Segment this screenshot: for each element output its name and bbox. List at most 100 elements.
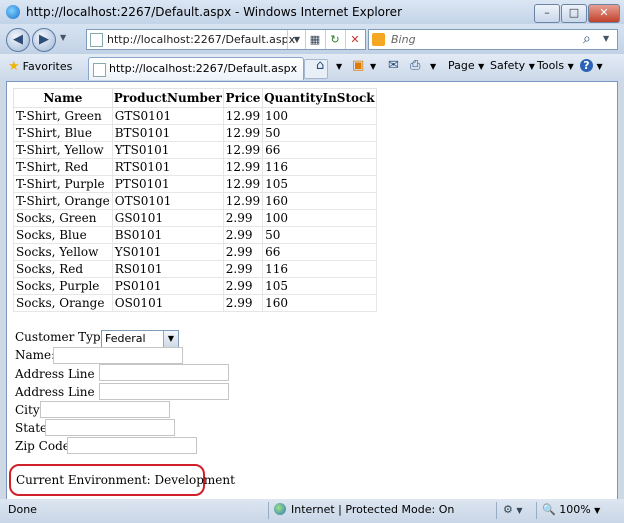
chevron-down-icon: ▼ [478, 62, 485, 71]
address-dropdown-icon[interactable]: ▼ [287, 30, 306, 49]
search-options-dropdown-icon[interactable]: ▼ [603, 34, 609, 43]
current-environment-text: Current Environment: Development [16, 473, 235, 487]
table-row: T-Shirt, Purple PTS0101 12.99 105 [13, 175, 377, 193]
home-dropdown-icon[interactable]: ▼ [336, 62, 342, 71]
cell-quantityinstock: 160 [262, 294, 377, 312]
address-line-2-label: Address Line 2: [15, 385, 111, 399]
table-row: Socks, Red RS0101 2.99 116 [13, 260, 377, 278]
table-row: T-Shirt, Red RTS0101 12.99 116 [13, 158, 377, 176]
cell-price: 12.99 [222, 124, 264, 142]
customer-type-select[interactable]: Federal ▼ [101, 330, 179, 348]
navigation-bar: ◀ ▶ ▼ http://localhost:2267/Default.aspx… [0, 24, 624, 54]
cell-name: Socks, Green [13, 209, 113, 227]
zip-code-field[interactable] [67, 437, 197, 454]
favorites-button[interactable]: ★ Favorites [8, 59, 72, 74]
compatibility-view-icon[interactable]: ▦ [305, 30, 324, 49]
state-field[interactable] [45, 419, 175, 436]
chevron-down-icon: ▼ [594, 506, 601, 515]
print-icon[interactable]: ⎙ [410, 58, 420, 73]
state-label: State [15, 421, 48, 435]
cell-quantityinstock: 105 [262, 277, 377, 295]
feeds-icon[interactable]: ▣ [352, 58, 364, 73]
cell-productnumber: BS0101 [111, 226, 224, 244]
minimize-button[interactable]: – [534, 4, 560, 23]
cell-name: T-Shirt, Yellow [13, 141, 113, 159]
search-input[interactable]: Bing [391, 33, 416, 46]
table-row: T-Shirt, Orange OTS0101 12.99 160 [13, 192, 377, 210]
status-divider [536, 502, 537, 519]
column-header-name: Name [13, 88, 113, 108]
cell-quantityinstock: 66 [262, 243, 377, 261]
recent-pages-dropdown-icon[interactable]: ▼ [60, 33, 66, 42]
table-row: Socks, Green GS0101 2.99 100 [13, 209, 377, 227]
zoom-icon: 🔍 [542, 503, 556, 516]
chevron-down-icon: ▼ [528, 62, 535, 71]
safety-menu-label: Safety [490, 59, 526, 72]
cell-quantityinstock: 100 [262, 209, 377, 227]
zone-settings-icon[interactable]: ⚙ ▼ [503, 503, 523, 516]
help-menu[interactable]: ? ▼ [580, 59, 603, 72]
maximize-button[interactable]: □ [561, 4, 587, 23]
address-bar[interactable]: http://localhost:2267/Default.aspx ▼ ▦ ↻… [86, 29, 366, 50]
name-field[interactable] [53, 347, 183, 364]
bing-logo-icon [372, 33, 385, 46]
tab-label: http://localhost:2267/Default.aspx [109, 62, 298, 75]
chevron-down-icon: ▼ [163, 331, 178, 347]
zip-code-label: Zip Code [15, 439, 70, 453]
window-title: http://localhost:2267/Default.aspx - Win… [26, 5, 403, 19]
cell-name: T-Shirt, Red [13, 158, 113, 176]
command-bar: ★ Favorites http://localhost:2267/Default… [0, 54, 624, 81]
close-window-button[interactable]: ✕ [588, 4, 620, 23]
search-icon[interactable]: ⌕ [583, 31, 591, 47]
cell-name: T-Shirt, Blue [13, 124, 113, 142]
title-bar: http://localhost:2267/Default.aspx - Win… [0, 0, 624, 24]
print-dropdown-icon[interactable]: ▼ [430, 62, 436, 71]
cell-name: T-Shirt, Orange [13, 192, 113, 210]
address-input[interactable]: http://localhost:2267/Default.aspx [107, 33, 295, 46]
cell-price: 12.99 [222, 141, 264, 159]
security-zone-text[interactable]: Internet | Protected Mode: On [291, 503, 454, 516]
feeds-dropdown-icon[interactable]: ▼ [370, 62, 376, 71]
cell-quantityinstock: 66 [262, 141, 377, 159]
cell-price: 2.99 [222, 277, 264, 295]
search-box[interactable]: Bing ⌕ ▼ [368, 29, 618, 50]
cell-quantityinstock: 160 [262, 192, 377, 210]
refresh-icon[interactable]: ↻ [325, 30, 344, 49]
address-line-2-field[interactable] [99, 383, 229, 400]
page-icon [90, 33, 103, 47]
column-header-price: Price [222, 88, 264, 108]
read-mail-icon[interactable]: ✉ [388, 58, 399, 73]
cell-price: 12.99 [222, 192, 264, 210]
cell-quantityinstock: 105 [262, 175, 377, 193]
table-row: Socks, Orange OS0101 2.99 160 [13, 294, 377, 312]
cell-productnumber: GS0101 [111, 209, 224, 227]
status-divider [496, 502, 497, 519]
star-icon: ★ [8, 59, 20, 74]
cell-price: 12.99 [222, 107, 264, 125]
tab-default-aspx[interactable]: http://localhost:2267/Default.aspx [88, 57, 304, 80]
stop-icon[interactable]: ✕ [345, 30, 364, 49]
cell-name: T-Shirt, Green [13, 107, 113, 125]
cell-productnumber: YTS0101 [111, 141, 224, 159]
grid-header-row: Name ProductNumber Price QuantityInStock [13, 88, 377, 108]
table-row: Socks, Blue BS0101 2.99 50 [13, 226, 377, 244]
cell-price: 2.99 [222, 243, 264, 261]
cell-productnumber: RS0101 [111, 260, 224, 278]
back-button[interactable]: ◀ [6, 28, 30, 52]
home-icon[interactable]: ⌂ [316, 58, 324, 73]
cell-quantityinstock: 50 [262, 226, 377, 244]
zoom-control[interactable]: 🔍 100% ▼ [542, 503, 600, 516]
cell-price: 12.99 [222, 158, 264, 176]
cell-price: 2.99 [222, 260, 264, 278]
address-line-1-field[interactable] [99, 364, 229, 381]
help-icon: ? [580, 59, 593, 72]
forward-button[interactable]: ▶ [32, 28, 56, 52]
ie-logo-icon [6, 5, 20, 19]
cell-name: Socks, Orange [13, 294, 113, 312]
tools-menu[interactable]: Tools ▼ [537, 59, 574, 72]
table-row: T-Shirt, Blue BTS0101 12.99 50 [13, 124, 377, 142]
safety-menu[interactable]: Safety ▼ [490, 59, 535, 72]
page-menu[interactable]: Page ▼ [448, 59, 484, 72]
cell-productnumber: PTS0101 [111, 175, 224, 193]
city-field[interactable] [40, 401, 170, 418]
